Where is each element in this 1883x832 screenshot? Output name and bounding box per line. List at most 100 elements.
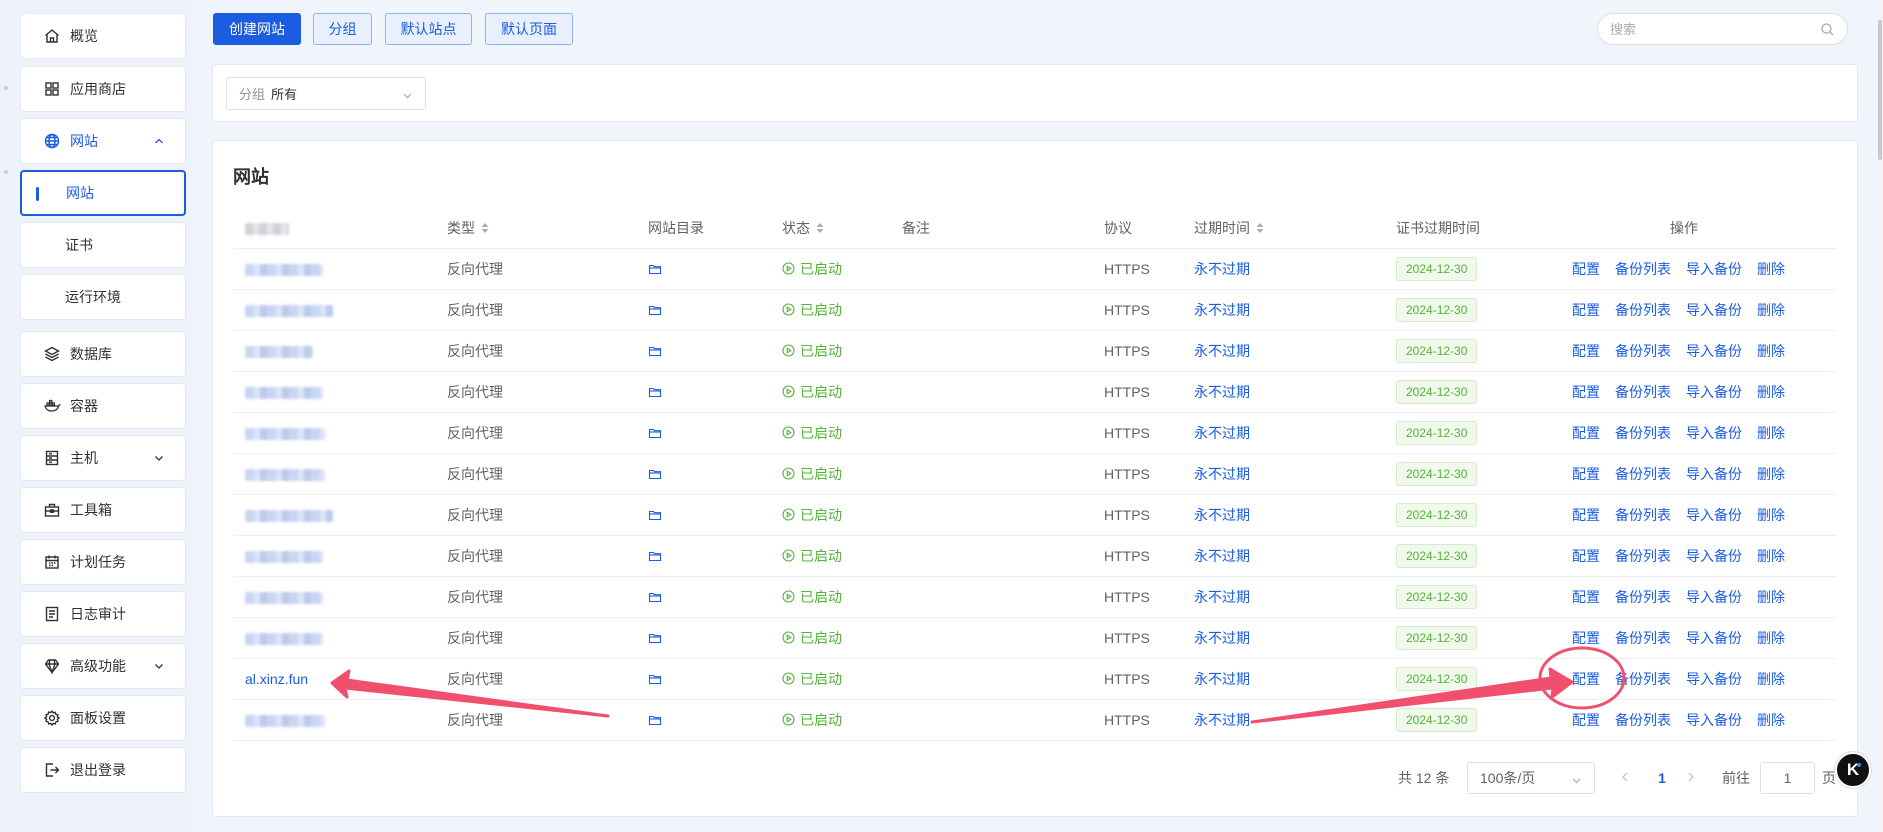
domain-link[interactable]: al.xinz.fun	[245, 671, 308, 687]
sidebar-item-advanced[interactable]: 高级功能	[20, 643, 186, 689]
config-button[interactable]: 配置	[1572, 466, 1600, 482]
backup-list-button[interactable]: 备份列表	[1615, 548, 1671, 564]
status-badge[interactable]: 已启动	[782, 464, 842, 484]
page-size-select[interactable]: 100条/页	[1467, 762, 1595, 794]
delete-button[interactable]: 删除	[1757, 466, 1785, 482]
import-backup-button[interactable]: 导入备份	[1686, 589, 1742, 605]
expire-link[interactable]: 永不过期	[1194, 671, 1250, 687]
delete-button[interactable]: 删除	[1757, 507, 1785, 523]
blurred-domain[interactable]	[245, 263, 323, 276]
folder-icon[interactable]	[648, 426, 662, 440]
import-backup-button[interactable]: 导入备份	[1686, 712, 1742, 728]
folder-icon[interactable]	[648, 549, 662, 563]
blurred-domain[interactable]	[245, 550, 323, 563]
sidebar-item-host[interactable]: 主机	[20, 435, 186, 481]
cell-remark[interactable]	[890, 248, 1092, 290]
delete-button[interactable]: 删除	[1757, 261, 1785, 277]
delete-button[interactable]: 删除	[1757, 671, 1785, 687]
backup-list-button[interactable]: 备份列表	[1615, 466, 1671, 482]
folder-icon[interactable]	[648, 508, 662, 522]
backup-list-button[interactable]: 备份列表	[1615, 671, 1671, 687]
delete-button[interactable]: 删除	[1757, 712, 1785, 728]
cell-remark[interactable]	[890, 330, 1092, 372]
default-page-button[interactable]: 默认页面	[485, 13, 573, 45]
expire-link[interactable]: 永不过期	[1194, 712, 1250, 728]
import-backup-button[interactable]: 导入备份	[1686, 466, 1742, 482]
cell-remark[interactable]	[890, 617, 1092, 659]
status-badge[interactable]: 已启动	[782, 628, 842, 648]
next-page-icon[interactable]	[1685, 770, 1697, 784]
expire-link[interactable]: 永不过期	[1194, 630, 1250, 646]
cell-remark[interactable]	[890, 535, 1092, 577]
backup-list-button[interactable]: 备份列表	[1615, 712, 1671, 728]
delete-button[interactable]: 删除	[1757, 425, 1785, 441]
default-site-button[interactable]: 默认站点	[385, 13, 472, 45]
delete-button[interactable]: 删除	[1757, 548, 1785, 564]
sidebar-item-logs[interactable]: 日志审计	[20, 591, 186, 637]
config-button[interactable]: 配置	[1572, 507, 1600, 523]
blurred-domain[interactable]	[245, 345, 313, 358]
sidebar-item-settings[interactable]: 面板设置	[20, 695, 186, 741]
backup-list-button[interactable]: 备份列表	[1615, 425, 1671, 441]
backup-list-button[interactable]: 备份列表	[1615, 507, 1671, 523]
import-backup-button[interactable]: 导入备份	[1686, 261, 1742, 277]
expire-link[interactable]: 永不过期	[1194, 302, 1250, 318]
blurred-domain[interactable]	[245, 591, 323, 604]
cell-remark[interactable]	[890, 699, 1092, 741]
status-badge[interactable]: 已启动	[782, 587, 842, 607]
sidebar-subitem-certificates[interactable]: 证书	[20, 222, 186, 268]
config-button[interactable]: 配置	[1572, 302, 1600, 318]
blurred-domain[interactable]	[245, 304, 333, 317]
config-button[interactable]: 配置	[1572, 548, 1600, 564]
config-button[interactable]: 配置	[1572, 671, 1600, 687]
import-backup-button[interactable]: 导入备份	[1686, 548, 1742, 564]
sidebar-item-overview[interactable]: 概览	[20, 13, 186, 59]
expire-link[interactable]: 永不过期	[1194, 466, 1250, 482]
group-filter-select[interactable]: 分组 所有	[226, 77, 426, 110]
prev-page-icon[interactable]	[1619, 770, 1631, 784]
blurred-domain[interactable]	[245, 509, 333, 522]
sidebar-item-containers[interactable]: 容器	[20, 383, 186, 429]
search-input[interactable]	[1610, 21, 1820, 37]
import-backup-button[interactable]: 导入备份	[1686, 425, 1742, 441]
delete-button[interactable]: 删除	[1757, 589, 1785, 605]
expire-link[interactable]: 永不过期	[1194, 343, 1250, 359]
cell-remark[interactable]	[890, 289, 1092, 331]
sidebar-item-database[interactable]: 数据库	[20, 331, 186, 377]
backup-list-button[interactable]: 备份列表	[1615, 261, 1671, 277]
import-backup-button[interactable]: 导入备份	[1686, 507, 1742, 523]
folder-icon[interactable]	[648, 262, 662, 276]
folder-icon[interactable]	[648, 344, 662, 358]
scrollbar-thumb[interactable]	[1878, 20, 1882, 160]
import-backup-button[interactable]: 导入备份	[1686, 302, 1742, 318]
backup-list-button[interactable]: 备份列表	[1615, 589, 1671, 605]
expire-link[interactable]: 永不过期	[1194, 589, 1250, 605]
cell-remark[interactable]	[890, 494, 1092, 536]
sidebar-item-websites[interactable]: 网站	[20, 118, 186, 164]
expire-link[interactable]: 永不过期	[1194, 507, 1250, 523]
blurred-domain[interactable]	[245, 427, 325, 440]
expire-link[interactable]: 永不过期	[1194, 425, 1250, 441]
blurred-domain[interactable]	[245, 714, 325, 727]
status-badge[interactable]: 已启动	[782, 505, 842, 525]
column-header-status[interactable]: 状态	[770, 208, 890, 249]
import-backup-button[interactable]: 导入备份	[1686, 384, 1742, 400]
expire-link[interactable]: 永不过期	[1194, 261, 1250, 277]
cell-remark[interactable]	[890, 412, 1092, 454]
cell-remark[interactable]	[890, 371, 1092, 413]
folder-icon[interactable]	[648, 385, 662, 399]
import-backup-button[interactable]: 导入备份	[1686, 630, 1742, 646]
config-button[interactable]: 配置	[1572, 630, 1600, 646]
delete-button[interactable]: 删除	[1757, 384, 1785, 400]
blurred-domain[interactable]	[245, 386, 323, 399]
status-badge[interactable]: 已启动	[782, 546, 842, 566]
page-number-current[interactable]: 1	[1652, 762, 1672, 794]
cell-remark[interactable]	[890, 453, 1092, 495]
cell-remark[interactable]	[890, 576, 1092, 618]
backup-list-button[interactable]: 备份列表	[1615, 384, 1671, 400]
sidebar-item-logout[interactable]: 退出登录	[20, 747, 186, 793]
backup-list-button[interactable]: 备份列表	[1615, 302, 1671, 318]
sidebar-item-cron[interactable]: 计划任务	[20, 539, 186, 585]
status-badge[interactable]: 已启动	[782, 300, 842, 320]
sidebar-subitem-websites[interactable]: 网站	[20, 170, 186, 216]
